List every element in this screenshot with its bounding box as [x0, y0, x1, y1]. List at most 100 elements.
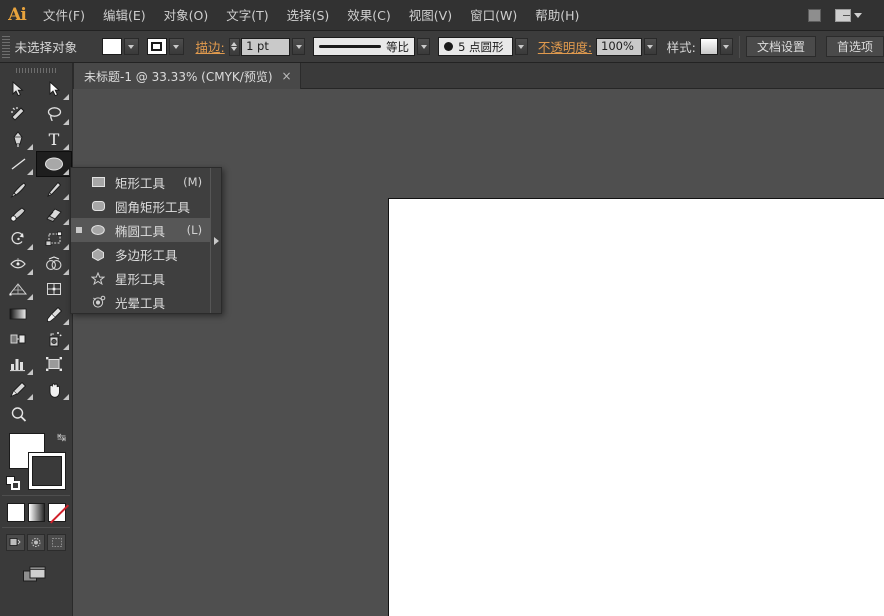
- mesh-tool[interactable]: [37, 277, 71, 301]
- pen-tool[interactable]: [1, 127, 35, 151]
- draw-inside-button[interactable]: [47, 534, 67, 551]
- menu-type[interactable]: 文字(T): [217, 0, 277, 31]
- stroke-profile-dropdown-button[interactable]: [417, 38, 431, 55]
- selected-tool-marker-icon: [76, 227, 82, 233]
- default-fill-stroke-icon[interactable]: [6, 476, 20, 490]
- flyout-item-rectangle-tool[interactable]: 矩形工具 (M): [71, 170, 210, 194]
- graphic-style-dropdown-button[interactable]: [719, 38, 733, 55]
- fill-color-swatch[interactable]: [101, 38, 122, 55]
- rectangle-icon: [89, 176, 107, 188]
- zoom-tool[interactable]: [1, 402, 35, 426]
- draw-mode-row: [0, 531, 72, 554]
- column-graph-tool[interactable]: [1, 352, 35, 376]
- flyout-indicator-icon: [63, 269, 69, 275]
- graphic-style-swatch[interactable]: [699, 38, 718, 55]
- flyout-item-ellipse-tool[interactable]: 椭圆工具 (L): [71, 218, 211, 242]
- opacity-label[interactable]: 不透明度:: [538, 37, 592, 56]
- flyout-item-flare-tool[interactable]: 光晕工具: [71, 290, 210, 314]
- type-tool[interactable]: T: [37, 127, 71, 151]
- blob-brush-tool[interactable]: [1, 202, 35, 226]
- selection-tool[interactable]: [1, 77, 35, 101]
- menu-file[interactable]: 文件(F): [34, 0, 94, 31]
- tools-panel: T ↹: [0, 63, 73, 616]
- brush-select[interactable]: 5 点圆形: [438, 37, 513, 56]
- style-label: 样式:: [666, 40, 696, 55]
- scale-tool[interactable]: [37, 227, 71, 251]
- flyout-indicator-icon: [63, 344, 69, 350]
- change-screen-mode-button[interactable]: [22, 564, 50, 589]
- flyout-indicator-icon: [63, 319, 69, 325]
- lasso-tool[interactable]: [37, 102, 71, 126]
- ellipse-tool[interactable]: [36, 151, 72, 177]
- flyout-item-rounded-rectangle-tool[interactable]: 圆角矩形工具: [71, 194, 210, 218]
- menu-view[interactable]: 视图(V): [400, 0, 461, 31]
- stroke-color-swatch[interactable]: [28, 452, 66, 490]
- flyout-item-star-tool[interactable]: 星形工具: [71, 266, 210, 290]
- preferences-button[interactable]: 首选项: [826, 36, 884, 57]
- color-mode-button[interactable]: [7, 503, 25, 522]
- controlbar-drag-handle[interactable]: [2, 35, 10, 58]
- gradient-mode-button[interactable]: [27, 503, 46, 522]
- pencil-tool[interactable]: [37, 177, 71, 201]
- slice-tool[interactable]: [1, 377, 35, 401]
- symbol-sprayer-tool[interactable]: [37, 327, 71, 351]
- width-tool[interactable]: [1, 252, 35, 276]
- toolbar-drag-handle[interactable]: [0, 63, 72, 77]
- brush-dropdown-button[interactable]: [514, 38, 528, 55]
- menu-effect[interactable]: 效果(C): [338, 0, 399, 31]
- shape-builder-tool[interactable]: [37, 252, 71, 276]
- flyout-indicator-icon: [27, 244, 33, 250]
- flyout-item-label: 椭圆工具: [115, 223, 166, 239]
- swap-fill-stroke-icon[interactable]: ↹: [57, 432, 69, 444]
- document-setup-button[interactable]: 文档设置: [745, 36, 816, 57]
- stroke-label[interactable]: 描边:: [196, 37, 225, 56]
- tool-empty-slot: [37, 402, 71, 426]
- none-mode-button[interactable]: [48, 503, 67, 522]
- flyout-item-label: 圆角矩形工具: [115, 199, 191, 215]
- stroke-profile-select[interactable]: 等比: [313, 37, 416, 56]
- artboard-tool[interactable]: [37, 352, 71, 376]
- stroke-weight-input[interactable]: 1 pt: [241, 37, 291, 56]
- perspective-grid-tool[interactable]: [1, 277, 35, 301]
- flyout-indicator-icon: [27, 169, 33, 175]
- close-icon[interactable]: ×: [282, 70, 292, 82]
- eraser-tool[interactable]: [37, 202, 71, 226]
- rotate-tool[interactable]: [1, 227, 35, 251]
- hand-tool[interactable]: [37, 377, 71, 401]
- menu-edit[interactable]: 编辑(E): [94, 0, 155, 31]
- fill-dropdown-button[interactable]: [123, 38, 139, 55]
- stroke-weight-stepper[interactable]: [228, 37, 241, 56]
- stroke-color-swatch[interactable]: [146, 38, 167, 55]
- draw-normal-button[interactable]: [6, 534, 25, 551]
- gradient-tool[interactable]: [1, 302, 35, 326]
- menu-window[interactable]: 窗口(W): [461, 0, 526, 31]
- blend-tool[interactable]: [1, 327, 35, 351]
- illustrator-window: Ai 文件(F) 编辑(E) 对象(O) 文字(T) 选择(S) 效果(C) 视…: [0, 0, 884, 616]
- arrange-documents-icon[interactable]: [831, 4, 870, 26]
- flyout-indicator-icon: [63, 94, 69, 100]
- document-tab[interactable]: 未标题-1 @ 33.33% (CMYK/预览) ×: [73, 63, 301, 89]
- menu-object[interactable]: 对象(O): [155, 0, 218, 31]
- direct-selection-tool[interactable]: [37, 77, 71, 101]
- chevron-down-icon: [854, 12, 862, 18]
- screen-mode-row: [0, 554, 72, 589]
- bridge-icon[interactable]: [801, 5, 827, 25]
- menu-select[interactable]: 选择(S): [278, 0, 339, 31]
- opacity-input[interactable]: 100%: [596, 37, 642, 56]
- artboard[interactable]: [388, 198, 884, 616]
- opacity-dropdown-button[interactable]: [643, 38, 657, 55]
- tearoff-arrow-icon[interactable]: [210, 168, 221, 313]
- stroke-dropdown-button[interactable]: [168, 38, 184, 55]
- eyedropper-tool[interactable]: [37, 302, 71, 326]
- stroke-weight-dropdown-button[interactable]: [292, 38, 306, 55]
- flyout-item-label: 星形工具: [115, 271, 166, 287]
- shape-tools-flyout[interactable]: 矩形工具 (M) 圆角矩形工具 椭圆工具 (L) 多边形工具 星形工具 光晕工具: [70, 167, 222, 314]
- paintbrush-tool[interactable]: [1, 177, 35, 201]
- menu-help[interactable]: 帮助(H): [526, 0, 588, 31]
- flyout-item-polygon-tool[interactable]: 多边形工具: [71, 242, 210, 266]
- line-segment-tool[interactable]: [1, 152, 35, 176]
- draw-behind-button[interactable]: [26, 534, 46, 551]
- brush-dot-icon: [444, 42, 454, 51]
- magic-wand-tool[interactable]: [1, 102, 35, 126]
- tool-grid: T: [0, 77, 73, 427]
